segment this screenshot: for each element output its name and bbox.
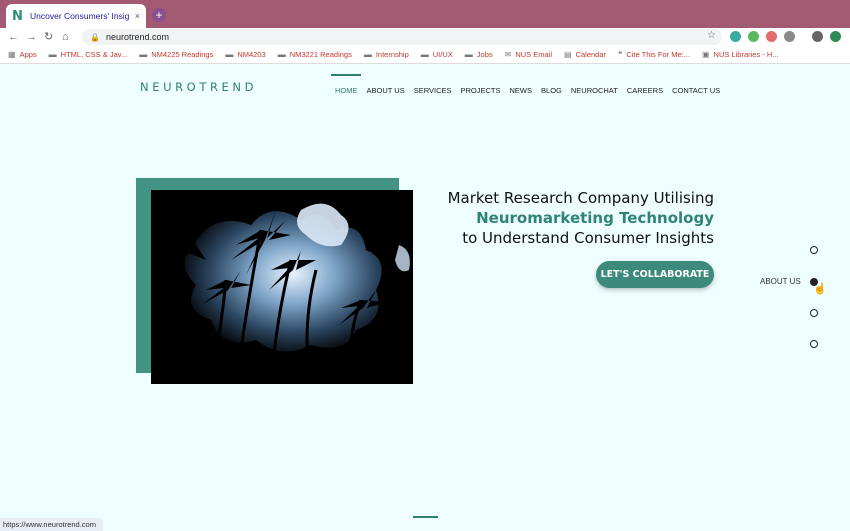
nav-item-services[interactable]: SERVICES bbox=[414, 86, 452, 95]
forward-arrow-icon[interactable]: → bbox=[26, 30, 37, 44]
section-dot-home[interactable] bbox=[810, 246, 818, 254]
back-arrow-icon[interactable]: ← bbox=[8, 30, 19, 44]
nav-item-blog[interactable]: BLOG bbox=[541, 86, 562, 95]
bookmark-label: HTML, CSS & Jav... bbox=[60, 50, 128, 59]
browser-toolbar: ← → ↻ ⌂ 🔒 neurotrend.com ☆ bbox=[0, 28, 850, 46]
bookmark-item[interactable]: ▬ Jobs bbox=[465, 50, 493, 59]
neurotrend-favicon-icon: N bbox=[12, 8, 23, 24]
nav-item-contact-us[interactable]: CONTACT US bbox=[672, 86, 720, 95]
extension-icon[interactable] bbox=[748, 31, 759, 42]
cite-icon: ❝ bbox=[618, 50, 623, 59]
hero-image bbox=[151, 190, 413, 384]
extension-icon[interactable] bbox=[784, 31, 795, 42]
folder-icon: ▬ bbox=[363, 50, 372, 59]
lock-icon: 🔒 bbox=[90, 32, 100, 42]
bookmark-label: Jobs bbox=[476, 50, 493, 59]
folder-icon: ▬ bbox=[420, 50, 429, 59]
bookmark-label: NUS Libraries - H... bbox=[713, 50, 779, 59]
library-icon: ▣ bbox=[701, 50, 710, 59]
outlook-icon: ✉ bbox=[504, 50, 512, 59]
close-icon[interactable]: × bbox=[135, 11, 140, 21]
jungle-silhouette-image bbox=[151, 190, 413, 384]
bookmark-item[interactable]: ▬ HTML, CSS & Jav... bbox=[49, 50, 128, 59]
tab-title: Uncover Consumers' Insights bbox=[30, 11, 130, 21]
hero-headline-line3: to Understand Consumer Insights bbox=[462, 229, 714, 247]
bookmark-item[interactable]: ❝ Cite This For Me:... bbox=[618, 50, 690, 59]
calendar-icon: ▤ bbox=[564, 50, 572, 59]
apps-icon: ▦ bbox=[8, 50, 16, 59]
bookmark-item[interactable]: ▬ Internship bbox=[364, 50, 409, 59]
nav-active-indicator bbox=[331, 74, 361, 76]
reload-icon[interactable]: ↻ bbox=[44, 30, 53, 44]
bookmark-item[interactable]: ▬ NM3221 Readings bbox=[278, 50, 352, 59]
bookmark-item[interactable]: ▬ NM4203 bbox=[225, 50, 265, 59]
home-icon[interactable]: ⌂ bbox=[62, 30, 69, 44]
bookmark-item[interactable]: ▬ NM4225 Readings bbox=[139, 50, 213, 59]
nav-item-careers[interactable]: CAREERS bbox=[627, 86, 663, 95]
hero-headline: Market Research Company Utilising Neurom… bbox=[448, 188, 714, 248]
nav-item-about-us[interactable]: ABOUT US bbox=[367, 86, 405, 95]
bookmark-label: NM4203 bbox=[237, 50, 266, 59]
scroll-indicator bbox=[413, 516, 438, 518]
bookmark-item[interactable]: ▤ Calendar bbox=[564, 50, 606, 59]
new-tab-button[interactable]: + bbox=[152, 8, 166, 22]
extension-icon[interactable] bbox=[730, 31, 741, 42]
section-dot-3[interactable] bbox=[810, 309, 818, 317]
browser-tab-bar: N Uncover Consumers' Insights × + bbox=[0, 0, 850, 28]
hero-headline-line1: Market Research Company Utilising bbox=[447, 189, 714, 207]
nav-item-home[interactable]: HOME bbox=[335, 86, 358, 95]
section-dot-4[interactable] bbox=[810, 340, 818, 348]
bookmarks-bar: ▦ Apps ▬ HTML, CSS & Jav... ▬ NM4225 Readings… bbox=[0, 46, 850, 64]
folder-icon: ▬ bbox=[225, 50, 234, 59]
folder-icon: ▬ bbox=[48, 50, 57, 59]
address-bar[interactable]: 🔒 neurotrend.com ☆ bbox=[82, 29, 722, 45]
nav-item-projects[interactable]: PROJECTS bbox=[461, 86, 501, 95]
hero-headline-accent: Neuromarketing Technology bbox=[476, 209, 714, 227]
avatar[interactable] bbox=[812, 31, 823, 42]
section-dot-label: ABOUT US bbox=[760, 277, 801, 286]
site-logo[interactable]: NEUROTREND bbox=[140, 80, 257, 94]
bookmark-item[interactable]: ▬ UI/UX bbox=[421, 50, 453, 59]
extension-icon[interactable] bbox=[766, 31, 777, 42]
bookmark-label: UI/UX bbox=[432, 50, 453, 59]
extension-icon[interactable] bbox=[830, 31, 841, 42]
bookmark-item[interactable]: ▦ Apps bbox=[8, 50, 37, 59]
bookmark-item[interactable]: ▣ NUS Libraries - H... bbox=[702, 50, 779, 59]
bookmark-item[interactable]: ✉ NUS Email bbox=[505, 50, 552, 59]
address-bar-url: neurotrend.com bbox=[105, 32, 170, 42]
nav-item-news[interactable]: NEWS bbox=[510, 86, 533, 95]
lets-collaborate-button[interactable]: LET'S COLLABORATE bbox=[596, 261, 714, 288]
folder-icon: ▬ bbox=[139, 50, 148, 59]
folder-icon: ▬ bbox=[464, 50, 473, 59]
nav-item-neurochat[interactable]: NEUROCHAT bbox=[571, 86, 618, 95]
bookmark-label: Calendar bbox=[575, 50, 607, 59]
bookmark-label: NM4225 Readings bbox=[151, 50, 214, 59]
hand-cursor-icon: ☝ bbox=[813, 283, 827, 295]
status-bar-url: https://www.neurotrend.com bbox=[0, 518, 103, 531]
folder-icon: ▬ bbox=[277, 50, 286, 59]
bookmark-label: Cite This For Me:... bbox=[626, 50, 690, 59]
bookmark-label: NUS Email bbox=[515, 50, 553, 59]
bookmark-label: NM3221 Readings bbox=[289, 50, 352, 59]
bookmark-label: Apps bbox=[19, 50, 37, 59]
main-nav: HOME ABOUT US SERVICES PROJECTS NEWS BLOG NEUR… bbox=[335, 86, 720, 95]
bookmark-label: Internship bbox=[375, 50, 409, 59]
bookmark-star-icon[interactable]: ☆ bbox=[707, 30, 716, 41]
browser-tab[interactable]: N Uncover Consumers' Insights × bbox=[6, 4, 146, 28]
